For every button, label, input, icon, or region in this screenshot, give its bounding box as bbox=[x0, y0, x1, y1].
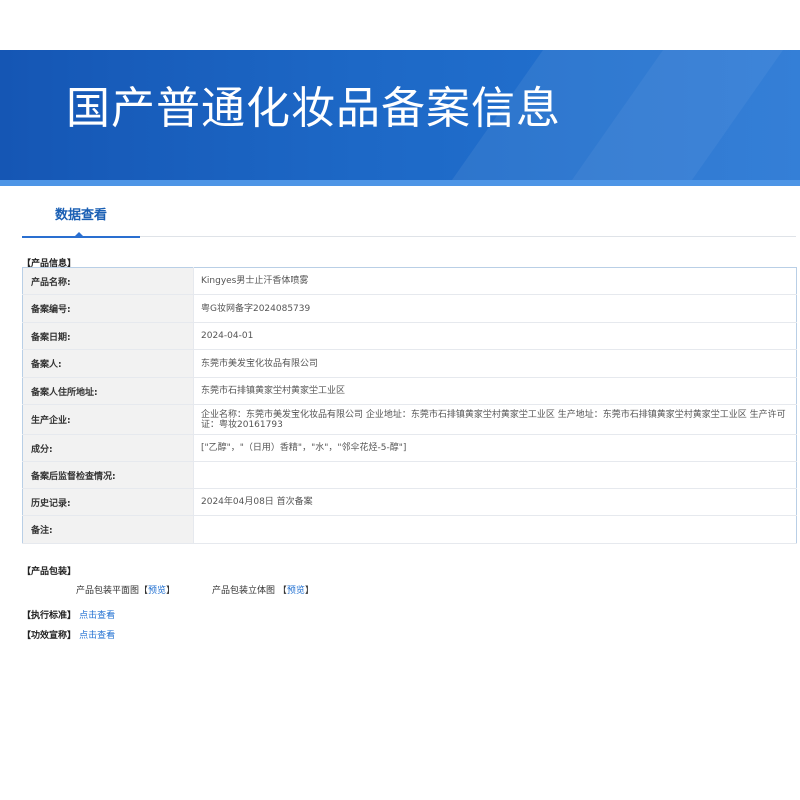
info-row-label: 历史记录: bbox=[22, 488, 194, 516]
bracket: 【 bbox=[277, 586, 287, 596]
info-row: 成分: ["乙醇"，"（日用）香精"，"水"，"邻伞花烃-5-醇"] bbox=[22, 434, 797, 462]
bracket: 【 bbox=[139, 586, 149, 596]
info-row-value: 2024年04月08日 首次备案 bbox=[193, 488, 797, 516]
info-row: 生产企业: 企业名称：东莞市美发宝化妆品有限公司 企业地址：东莞市石排镇黄家坣村黄… bbox=[22, 404, 797, 435]
packaging-solid: 产品包装立体图 【预览】 bbox=[212, 583, 314, 596]
packaging-solid-preview-link[interactable]: 预览 bbox=[287, 586, 305, 596]
header-banner: 国产普通化妆品备案信息 bbox=[0, 50, 800, 186]
efficacy-label: 【功效宣称】 bbox=[22, 631, 77, 641]
page-title: 国产普通化妆品备案信息 bbox=[66, 83, 561, 134]
info-row-label: 备案人: bbox=[22, 349, 194, 378]
info-row-label: 备案人住所地址: bbox=[22, 377, 194, 405]
product-info-table: 产品名称: Kingyes男士止汗香体喷雾 备案编号: 粤G妆网备字202408573… bbox=[22, 267, 797, 544]
info-row: 备案人: 东莞市美发宝化妆品有限公司 bbox=[22, 349, 797, 378]
standard-label: 【执行标准】 bbox=[22, 611, 77, 621]
tab-label: 数据查看 bbox=[54, 208, 107, 223]
info-row-value: Kingyes男士止汗香体喷雾 bbox=[193, 267, 797, 295]
info-row-value: 2024-04-01 bbox=[193, 322, 797, 350]
info-row: 备案人住所地址: 东莞市石排镇黄家坣村黄家坣工业区 bbox=[22, 377, 797, 405]
info-row-value bbox=[193, 515, 797, 544]
bracket: 】 bbox=[166, 586, 176, 596]
info-row: 备案日期: 2024-04-01 bbox=[22, 322, 797, 350]
info-row-value bbox=[193, 461, 797, 489]
info-row: 历史记录: 2024年04月08日 首次备案 bbox=[22, 488, 797, 516]
info-row-value: ["乙醇"，"（日用）香精"，"水"，"邻伞花烃-5-醇"] bbox=[193, 434, 797, 462]
efficacy-row: 【功效宣称】 点击查看 bbox=[22, 628, 115, 641]
standard-row: 【执行标准】 点击查看 bbox=[22, 608, 115, 621]
tab-caret-icon bbox=[74, 232, 84, 237]
info-row: 备注: bbox=[22, 515, 797, 544]
info-row-value: 东莞市石排镇黄家坣村黄家坣工业区 bbox=[193, 377, 797, 405]
info-row: 备案后监督检查情况: bbox=[22, 461, 797, 489]
standard-view-link[interactable]: 点击查看 bbox=[79, 611, 115, 621]
info-row-label: 成分: bbox=[22, 434, 194, 462]
info-row: 备案编号: 粤G妆网备字2024085739 bbox=[22, 294, 797, 323]
info-row-label: 备案后监督检查情况: bbox=[22, 461, 194, 489]
packaging-solid-label: 产品包装立体图 bbox=[212, 586, 276, 596]
info-row-label: 产品名称: bbox=[22, 267, 194, 295]
info-row-label: 备注: bbox=[22, 515, 194, 544]
info-row-value: 企业名称：东莞市美发宝化妆品有限公司 企业地址：东莞市石排镇黄家坣村黄家坣工业区… bbox=[193, 404, 797, 435]
banner-stripe bbox=[0, 180, 800, 186]
tab-data-view[interactable]: 数据查看 bbox=[22, 206, 140, 238]
packaging-heading: 【产品包装】 bbox=[22, 567, 77, 577]
packaging-flat-preview-link[interactable]: 预览 bbox=[148, 586, 166, 596]
info-row-value: 东莞市美发宝化妆品有限公司 bbox=[193, 349, 797, 378]
info-row: 产品名称: Kingyes男士止汗香体喷雾 bbox=[22, 267, 797, 295]
info-row-label: 生产企业: bbox=[22, 404, 194, 435]
packaging-flat: 产品包装平面图【预览】 bbox=[76, 583, 175, 596]
packaging-flat-label: 产品包装平面图 bbox=[76, 586, 140, 596]
bracket: 】 bbox=[304, 586, 314, 596]
efficacy-view-link[interactable]: 点击查看 bbox=[79, 631, 115, 641]
info-row-label: 备案编号: bbox=[22, 294, 194, 323]
info-row-label: 备案日期: bbox=[22, 322, 194, 350]
info-row-value: 粤G妆网备字2024085739 bbox=[193, 294, 797, 323]
tab-bar: 数据查看 bbox=[22, 206, 796, 238]
